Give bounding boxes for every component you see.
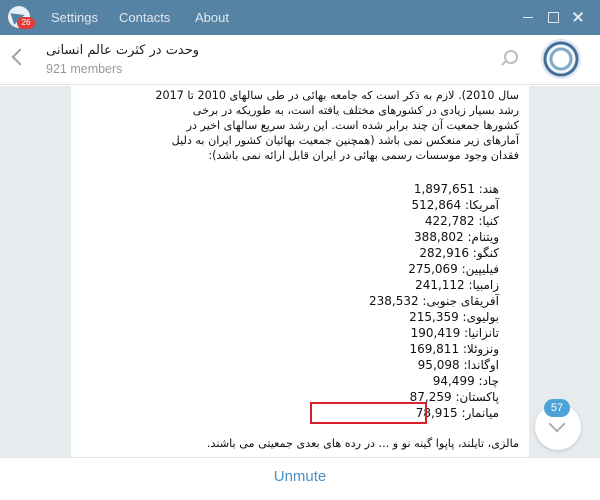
stat-row: تانزانیا: 190,419 [410,326,499,340]
stat-row: کنیا: 422,782 [424,214,499,228]
stat-row: هند: 1,897,651 [413,182,499,196]
menu-contacts[interactable]: Contacts [119,10,170,25]
stat-row: بولیوی: 215,359 [409,310,499,324]
stat-row: آفریقای جنوبی: 238,532 [368,294,499,308]
window-titlebar: 26 Settings Contacts About [0,0,600,35]
stat-row: زامبیا: 241,112 [415,278,499,292]
bottom-bar: Unmute [0,457,600,500]
close-icon[interactable] [570,9,586,25]
back-arrow-icon[interactable] [11,48,29,66]
stat-row: پاکستان: 87,259 [409,390,499,404]
message-line: آمارهای زیر منعکس نمی باشد (همچنین جمعیت… [171,134,519,147]
message-line: کشورها جمعیت آن چند برابر شده است. این ر… [186,119,519,132]
stat-row: فیلیپین: 275,069 [408,262,499,276]
channel-avatar[interactable] [541,39,581,79]
chat-title[interactable]: وحدت در کثرت عالم انسانی [46,43,199,58]
maximize-icon[interactable] [545,9,561,25]
stat-row: کنگو: 282,916 [419,246,499,260]
member-count: 921 members [46,62,123,76]
search-icon[interactable] [500,49,518,67]
stat-row-highlighted: میانمار: 78,915 [415,406,499,420]
message-line: رشد بسیار زیادی در کشورهای مختلف یافته ا… [192,104,519,117]
chevron-down-icon [548,415,566,433]
message-line: فقدان وجود موسسات رسمی بهائی در ایران قا… [208,149,519,162]
stat-row: چاد: 94,499 [432,374,499,388]
stat-row: آمریکا: 512,864 [411,198,500,212]
unread-count-badge: 57 [544,399,570,417]
message-line: مالزی، تایلند، پاپوا گینه نو و ... در رد… [206,437,519,450]
menu-about[interactable]: About [195,10,229,25]
menu-settings[interactable]: Settings [51,10,98,25]
chat-header: وحدت در کثرت عالم انسانی 921 members [0,35,600,85]
message-area[interactable]: سال 2010). لازم به ذکر است که جامعه بهائ… [0,86,600,457]
minimize-icon[interactable] [520,9,536,25]
message-bubble: سال 2010). لازم به ذکر است که جامعه بهائ… [71,86,529,457]
stat-row: ونزوئلا: 169,811 [409,342,499,356]
stat-row: اوگاندا: 95,098 [417,358,499,372]
unmute-button[interactable]: Unmute [0,468,600,485]
message-line: سال 2010). لازم به ذکر است که جامعه بهائ… [155,89,519,102]
notification-badge: 26 [17,17,35,29]
stat-row: ویتنام: 388,802 [414,230,499,244]
